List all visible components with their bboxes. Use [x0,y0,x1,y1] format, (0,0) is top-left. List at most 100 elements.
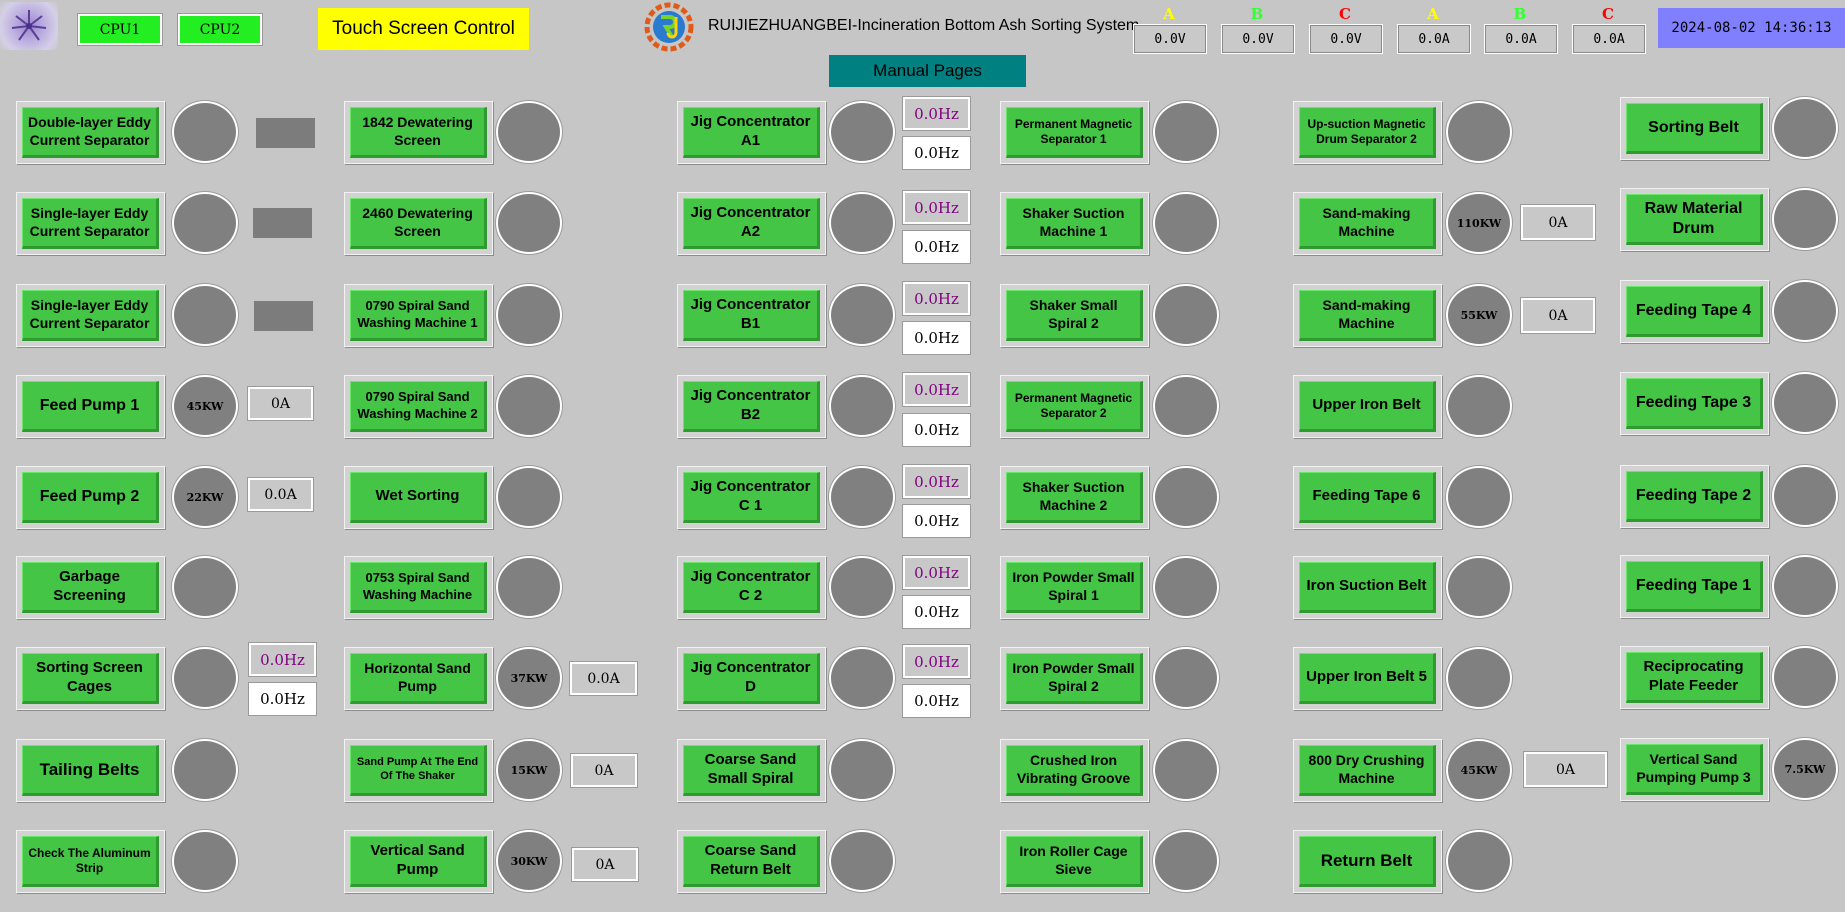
upper-iron-belt-5-button[interactable]: Upper Iron Belt 5 [1293,647,1442,710]
status-lamp [1772,188,1838,250]
frequency-setpoint-input[interactable]: 0.0Hz [903,505,970,537]
up-suction-magnetic-drum-separator-2-button[interactable]: Up-suction Magnetic Drum Separator 2 [1293,101,1442,164]
iron-roller-cage-sieve-button[interactable]: Iron Roller Cage Sieve [1000,830,1149,893]
frequency-setpoint-input[interactable]: 0.0Hz [903,231,970,263]
check-the-aluminum-strip-button[interactable]: Check The Aluminum Strip [16,830,165,893]
status-lamp [1772,280,1838,342]
frequency-setpoint-input[interactable]: 0.0Hz [903,685,970,717]
button-label: Feed Pump 1 [22,381,159,432]
frequency-setpoint-input[interactable]: 0.0Hz [903,414,970,446]
0753-spiral-sand-washing-machine-button[interactable]: 0753 Spiral Sand Washing Machine [344,556,493,619]
frequency-setpoint-input[interactable]: 0.0Hz [903,137,970,169]
coarse-sand-return-belt-button[interactable]: Coarse Sand Return Belt [677,830,826,893]
feed-pump-1-button[interactable]: Feed Pump 1 [16,375,165,438]
status-lamp [172,284,238,346]
feed-pump-2-button[interactable]: Feed Pump 2 [16,466,165,529]
wet-sorting-button[interactable]: Wet Sorting [344,466,493,529]
button-label: Check The Aluminum Strip [22,836,159,887]
button-label: Shaker Small Spiral 2 [1006,290,1143,341]
button-label: Sand Pump At The End Of The Shaker [350,745,487,796]
2460-dewatering-screen-button[interactable]: 2460 Dewatering Screen [344,192,493,255]
meter-value: 0.0V [1221,24,1295,54]
jig-concentrator-c1-button[interactable]: Jig Concentrator C 1 [677,466,826,529]
button-label: Up-suction Magnetic Drum Separator 2 [1299,107,1436,158]
coarse-sand-small-spiral-button[interactable]: Coarse Sand Small Spiral [677,739,826,802]
sorting-screen-cages-button[interactable]: Sorting Screen Cages [16,647,165,710]
button-label: Upper Iron Belt [1299,381,1436,432]
crushed-iron-vibrating-groove-button[interactable]: Crushed Iron Vibrating Groove [1000,739,1149,802]
shaker-suction-machine-2-button[interactable]: Shaker Suction Machine 2 [1000,466,1149,529]
permanent-magnetic-separator-1-button[interactable]: Permanent Magnetic Separator 1 [1000,101,1149,164]
frequency-setpoint-input[interactable]: 0.0Hz [903,322,970,354]
button-label: 0790 Spiral Sand Washing Machine 2 [350,381,487,432]
meter-value: 0.0V [1133,24,1207,54]
jig-concentrator-c2-button[interactable]: Jig Concentrator C 2 [677,556,826,619]
jig-concentrator-a1-button[interactable]: Jig Concentrator A1 [677,101,826,164]
shaker-small-spiral-2-button[interactable]: Shaker Small Spiral 2 [1000,284,1149,347]
button-label: Feeding Tape 1 [1626,561,1763,612]
frequency-setpoint-input[interactable]: 0.0Hz [249,683,316,715]
0790-spiral-sand-washing-machine-2-button[interactable]: 0790 Spiral Sand Washing Machine 2 [344,375,493,438]
voltage-meter-c: C 0.0V [1307,5,1383,54]
current-meter-c: C 0.0A [1570,6,1646,54]
frequency-display: 0.0Hz [903,282,970,315]
double-layer-eddy-current-separator-button[interactable]: Double-layer Eddy Current Separator [16,101,165,164]
button-label: Wet Sorting [350,472,487,523]
return-belt-button[interactable]: Return Belt [1293,830,1442,893]
status-lamp [1153,466,1219,528]
phase-label: A [1163,5,1175,23]
reciprocating-plate-feeder-button[interactable]: Reciprocating Plate Feeder [1620,646,1769,709]
sorting-belt-button[interactable]: Sorting Belt [1620,97,1769,160]
button-label: Iron Suction Belt [1299,562,1436,613]
upper-iron-belt-button[interactable]: Upper Iron Belt [1293,375,1442,438]
jig-concentrator-d-button[interactable]: Jig Concentrator D [677,647,826,710]
jig-concentrator-a2-button[interactable]: Jig Concentrator A2 [677,192,826,255]
vertical-sand-pump-button[interactable]: Vertical Sand Pump [344,830,493,893]
current-display: 0.0A [570,662,637,695]
status-lamp [496,284,562,346]
button-label: Vertical Sand Pumping Pump 3 [1626,744,1763,795]
status-lamp [496,192,562,254]
single-layer-eddy-current-separator-2-button[interactable]: Single-layer Eddy Current Separator [16,284,165,347]
status-lamp: 55KW [1446,284,1512,346]
status-lamp [829,830,895,892]
current-display: 0A [1521,205,1595,240]
phase-label: C [1339,5,1351,23]
status-lamp [1772,465,1838,527]
feeding-tape-1-button[interactable]: Feeding Tape 1 [1620,555,1769,618]
status-lamp: 45KW [1446,739,1512,801]
feeding-tape-3-button[interactable]: Feeding Tape 3 [1620,372,1769,435]
permanent-magnetic-separator-2-button[interactable]: Permanent Magnetic Separator 2 [1000,375,1149,438]
iron-powder-small-spiral-1-button[interactable]: Iron Powder Small Spiral 1 [1000,556,1149,619]
button-label: Single-layer Eddy Current Separator [22,290,159,341]
voltage-meter-b: B 0.0V [1219,6,1295,54]
raw-material-drum-button[interactable]: Raw Material Drum [1620,188,1769,251]
garbage-screening-button[interactable]: Garbage Screening [16,556,165,619]
flower-logo-icon[interactable] [0,2,58,50]
status-lamp [1446,830,1512,892]
jig-concentrator-b1-button[interactable]: Jig Concentrator B1 [677,284,826,347]
status-lamp [496,556,562,618]
sand-making-machine-2-button[interactable]: Sand-making Machine [1293,284,1442,347]
iron-suction-belt-button[interactable]: Iron Suction Belt [1293,556,1442,619]
sand-making-machine-1-button[interactable]: Sand-making Machine [1293,192,1442,255]
horizontal-sand-pump-button[interactable]: Horizontal Sand Pump [344,647,493,710]
feeding-tape-4-button[interactable]: Feeding Tape 4 [1620,280,1769,343]
tailing-belts-button[interactable]: Tailing Belts [16,739,165,802]
feeding-tape-6-button[interactable]: Feeding Tape 6 [1293,466,1442,529]
single-layer-eddy-current-separator-button[interactable]: Single-layer Eddy Current Separator [16,192,165,255]
800-dry-crushing-machine-button[interactable]: 800 Dry Crushing Machine [1293,739,1442,802]
feeding-tape-2-button[interactable]: Feeding Tape 2 [1620,465,1769,528]
0790-spiral-sand-washing-machine-1-button[interactable]: 0790 Spiral Sand Washing Machine 1 [344,284,493,347]
vertical-sand-pumping-pump-3-button[interactable]: Vertical Sand Pumping Pump 3 [1620,738,1769,801]
sand-pump-end-of-shaker-button[interactable]: Sand Pump At The End Of The Shaker [344,739,493,802]
button-label: Jig Concentrator B1 [683,290,820,341]
current-meter-b: B 0.0A [1482,6,1558,54]
frequency-setpoint-input[interactable]: 0.0Hz [903,596,970,628]
button-label: 0790 Spiral Sand Washing Machine 1 [350,290,487,341]
button-label: Return Belt [1299,836,1436,887]
shaker-suction-machine-1-button[interactable]: Shaker Suction Machine 1 [1000,192,1149,255]
1842-dewatering-screen-button[interactable]: 1842 Dewatering Screen [344,101,493,164]
iron-powder-small-spiral-2-button[interactable]: Iron Powder Small Spiral 2 [1000,647,1149,710]
jig-concentrator-b2-button[interactable]: Jig Concentrator B2 [677,375,826,438]
